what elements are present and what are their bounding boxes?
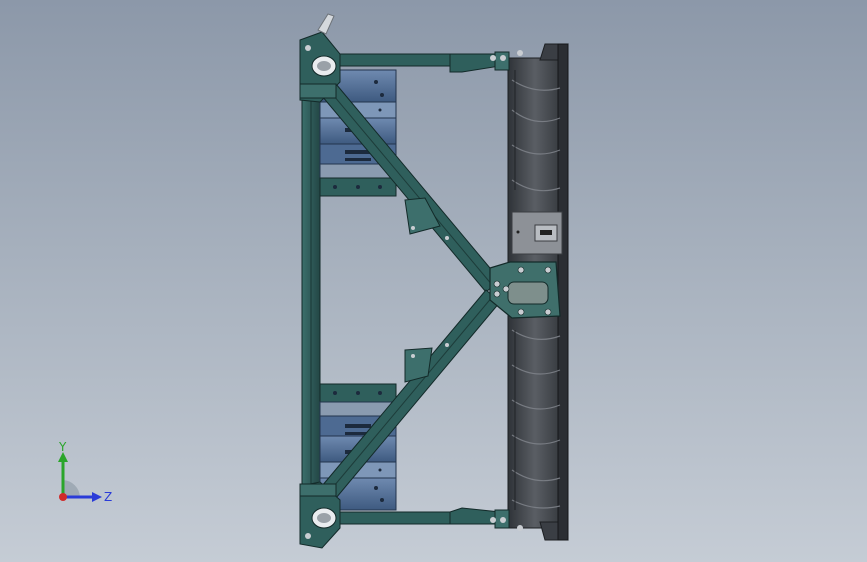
cad-viewport[interactable]: Y Z: [0, 0, 867, 562]
frame-assembly-model[interactable]: [0, 0, 867, 562]
bottom-horizontal-bar: [329, 507, 523, 531]
coordinate-triad: Y Z: [58, 440, 112, 504]
top-horizontal-bar: [329, 50, 523, 73]
y-axis-label: Y: [58, 440, 67, 454]
center-hub-plate: [489, 261, 561, 319]
x-axis-dot-icon: [59, 493, 67, 501]
vertical-beam: [301, 41, 321, 543]
top-clamp-assembly: [299, 13, 341, 103]
bottom-clamp-assembly: [299, 481, 341, 549]
z-axis-label: Z: [104, 490, 112, 504]
